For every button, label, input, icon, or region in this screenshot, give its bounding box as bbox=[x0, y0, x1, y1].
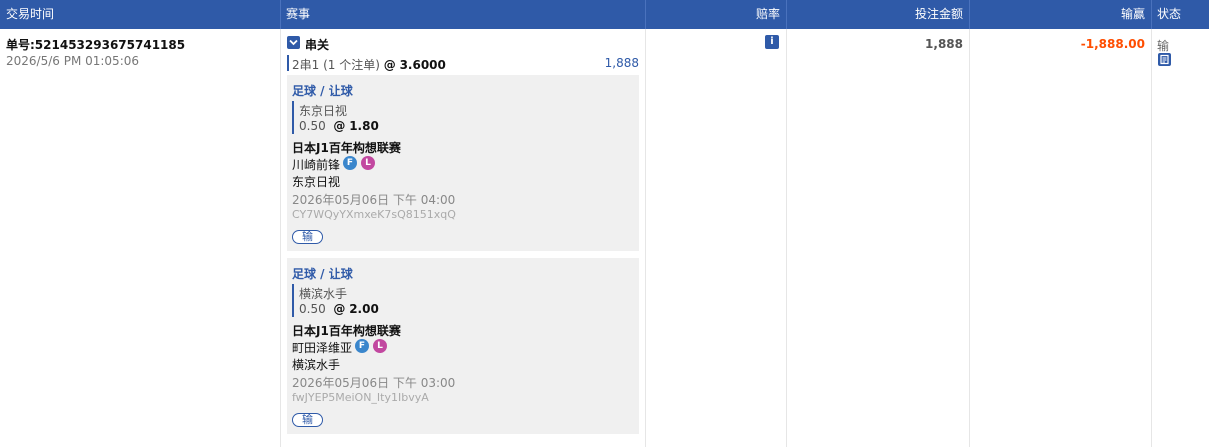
order-time: 2026/5/6 PM 01:05:06 bbox=[6, 54, 140, 68]
leg-result-badge: 输 bbox=[292, 230, 323, 244]
info-icon: i bbox=[770, 36, 774, 47]
leg-handicap: 0.50 bbox=[299, 119, 326, 133]
parlay-stake: 1,888 bbox=[604, 56, 639, 70]
leg-odds: 1.80 bbox=[349, 119, 379, 133]
status-text: 输 bbox=[1157, 39, 1170, 53]
header-odds: 赔率 bbox=[755, 7, 780, 21]
leg-selection: 横滨水手 bbox=[299, 287, 348, 301]
list-item: 足球 / 让球 东京日视 0.50 @ 1.80 日本J1百年构想联赛 川崎前锋… bbox=[287, 75, 639, 251]
leg-datetime: 2026年05月06日 下午 04:00 bbox=[292, 193, 456, 207]
parlay-title: 串关 bbox=[305, 38, 330, 52]
leg-line: 0.50 @ 2.00 bbox=[299, 302, 379, 316]
header-stake: 投注金额 bbox=[914, 7, 963, 21]
chevron-down-icon bbox=[289, 39, 298, 46]
parlay-odds: 3.6000 bbox=[399, 58, 446, 72]
leg-line: 0.50 @ 1.80 bbox=[299, 119, 379, 133]
at-sign: @ bbox=[383, 58, 396, 72]
at-sign: @ bbox=[333, 119, 346, 133]
header-time: 交易时间 bbox=[6, 7, 55, 21]
list-item: 足球 / 让球 横滨水手 0.50 @ 2.00 日本J1百年构想联赛 町田泽维… bbox=[287, 258, 639, 434]
at-sign: @ bbox=[333, 302, 346, 316]
tag-l-icon: L bbox=[361, 156, 375, 170]
header-status: 状态 bbox=[1157, 7, 1182, 21]
leg-sport: 足球 / 让球 bbox=[292, 84, 353, 98]
leg-away-team: 东京日视 bbox=[292, 175, 341, 189]
status-detail-button[interactable] bbox=[1158, 53, 1171, 66]
leg-home-team: 川崎前锋 bbox=[292, 158, 341, 172]
odds-info-button[interactable]: i bbox=[765, 35, 779, 49]
leg-sport: 足球 / 让球 bbox=[292, 267, 353, 281]
collapse-button[interactable] bbox=[287, 36, 300, 49]
parlay-type: 2串1 (1 个注单) bbox=[292, 58, 380, 72]
leg-handicap: 0.50 bbox=[299, 302, 326, 316]
tag-f-icon: F bbox=[343, 156, 357, 170]
header-winloss: 输赢 bbox=[1120, 7, 1145, 21]
document-icon bbox=[1160, 54, 1169, 65]
winloss-amount: -1,888.00 bbox=[1080, 37, 1145, 51]
stake-amount: 1,888 bbox=[925, 37, 963, 51]
tag-f-icon: F bbox=[355, 339, 369, 353]
leg-league: 日本J1百年构想联赛 bbox=[292, 324, 401, 338]
order-id: 单号:521453293675741185 bbox=[6, 38, 186, 52]
leg-away-team: 横滨水手 bbox=[292, 358, 341, 372]
leg-result-badge: 输 bbox=[292, 413, 323, 427]
leg-datetime: 2026年05月06日 下午 03:00 bbox=[292, 376, 456, 390]
leg-selection: 东京日视 bbox=[299, 104, 348, 118]
table-header: 交易时间 赛事 赔率 投注金额 输赢 状态 bbox=[0, 0, 1209, 29]
parlay-summary: 2串1 (1 个注单) @ 3.6000 bbox=[292, 56, 446, 73]
leg-home-team: 町田泽维亚 bbox=[292, 341, 353, 355]
leg-ref: fwJYEP5MeiON_Ity1IbvyA bbox=[292, 391, 429, 404]
leg-league: 日本J1百年构想联赛 bbox=[292, 141, 401, 155]
leg-odds: 2.00 bbox=[349, 302, 379, 316]
tag-l-icon: L bbox=[373, 339, 387, 353]
leg-ref: CY7WQyYXmxeK7sQ8151xqQ bbox=[292, 208, 456, 221]
header-event: 赛事 bbox=[286, 7, 311, 21]
